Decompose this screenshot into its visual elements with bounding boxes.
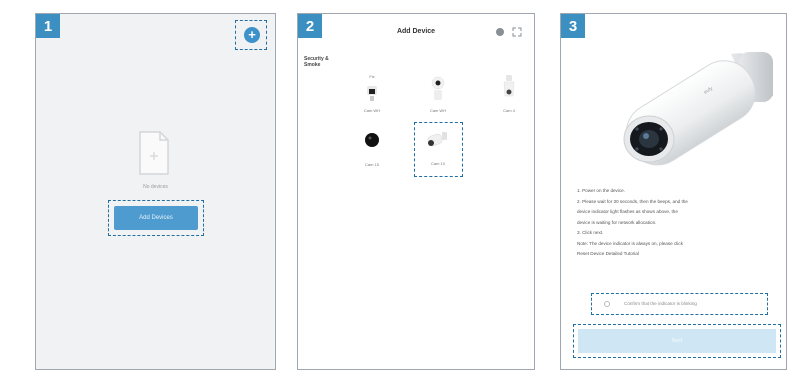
add-devices-button[interactable]: Add Devices (114, 206, 198, 230)
category-security[interactable]: Security & Smoke (304, 56, 334, 68)
empty-document-icon (139, 131, 169, 175)
device-label: Cam WH (363, 108, 381, 113)
device-item[interactable]: Fix Cam WH (352, 74, 392, 118)
step-number-badge: 3 (561, 14, 585, 38)
round-camera-icon (365, 133, 379, 147)
instruction-line: 2. Please wait for 30 seconds, then the … (577, 198, 688, 204)
instruction-line: Note: The device indicator is always on,… (577, 240, 683, 246)
setup-instructions: 1. Power on the device. 2. Please wait f… (577, 186, 777, 260)
indoor-camera-icon (431, 76, 445, 100)
step-3-panel: 3 eufy 1. Power on the device. 2. Please… (560, 13, 787, 370)
step-2-panel: 2 Add Device Security & Smoke Fix Cam WH… (297, 13, 535, 370)
device-item[interactable]: Cam 15 (352, 128, 392, 172)
next-button[interactable]: Next (578, 329, 776, 353)
device-label: Cam 4 (503, 108, 515, 113)
add-button-highlight: Add Devices (108, 200, 204, 236)
expand-icon[interactable] (512, 27, 522, 37)
instruction-line: 3. Click next. (577, 230, 604, 235)
instruction-line: device indicator light flashes as shown … (577, 209, 678, 214)
step-1-panel: 1 + No devices Add Devices (35, 13, 276, 370)
instruction-line: device is waiting for network allocation… (577, 219, 657, 225)
device-label: Cam 15 (364, 162, 379, 167)
camera-icon (367, 86, 377, 101)
globe-icon[interactable] (495, 27, 505, 37)
camera-product-image: eufy (623, 52, 773, 166)
device-item[interactable]: Cam WH (418, 74, 458, 118)
device-label: Cam 10 (430, 161, 445, 166)
device-item[interactable]: Cam 4 (489, 74, 529, 118)
device-label: Cam WH (429, 108, 447, 113)
step-number-badge: 1 (36, 14, 60, 38)
confirm-label: Confirm that the indicator is blinking (624, 301, 697, 306)
bulb-camera-icon (503, 75, 515, 97)
confirm-checkbox[interactable] (604, 301, 610, 307)
empty-state-text: No devices (143, 184, 168, 190)
instruction-line: 1. Power on the device. (577, 188, 626, 193)
confirm-highlight: Confirm that the indicator is blinking (591, 293, 768, 315)
reset-tutorial-link[interactable]: Reset Device Detailed Tutorial (577, 249, 777, 260)
selected-device-highlight: Cam 10 (414, 122, 463, 177)
plus-icon[interactable]: + (244, 27, 260, 43)
bullet-camera-icon (427, 132, 447, 147)
device-item[interactable]: Cam 10 (418, 127, 458, 171)
add-device-highlight: + (235, 20, 267, 50)
next-highlight: Next (573, 324, 781, 358)
